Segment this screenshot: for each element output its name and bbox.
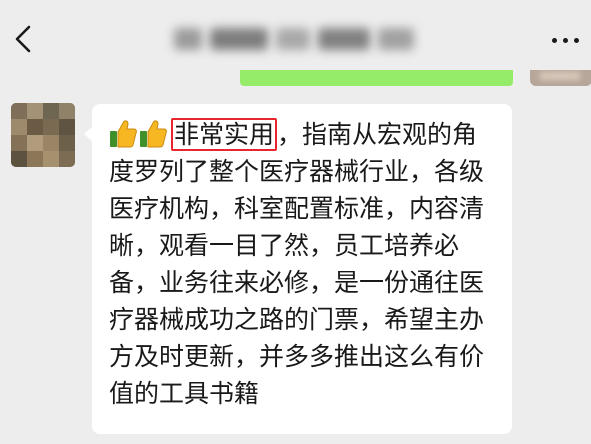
thumbs-up-icon — [140, 120, 167, 148]
thumbs-up-icon — [110, 120, 137, 148]
sender-avatar[interactable] — [11, 103, 75, 167]
more-dots-icon[interactable] — [550, 38, 582, 46]
highlighted-phrase: 非常实用 — [171, 118, 278, 151]
chat-title-obscured — [170, 22, 420, 56]
message-bubble[interactable]: 非常实用 ，指南从宏观的角度罗列了整个医疗器械行业，各级医疗机构，科室配置标准，内… — [84, 104, 512, 434]
self-avatar[interactable] — [530, 70, 591, 86]
message-text: 非常实用 ，指南从宏观的角度罗列了整个医疗器械行业，各级医疗机构，科室配置标准，内… — [109, 116, 501, 412]
chevron-left-icon[interactable] — [12, 24, 36, 54]
message-body-text: ，指南从宏观的角度罗列了整个医疗器械行业，各级医疗机构，科室配置标准，内容清晰，… — [109, 120, 485, 408]
chat-header — [0, 0, 591, 78]
previous-message-bubble[interactable] — [240, 70, 513, 86]
